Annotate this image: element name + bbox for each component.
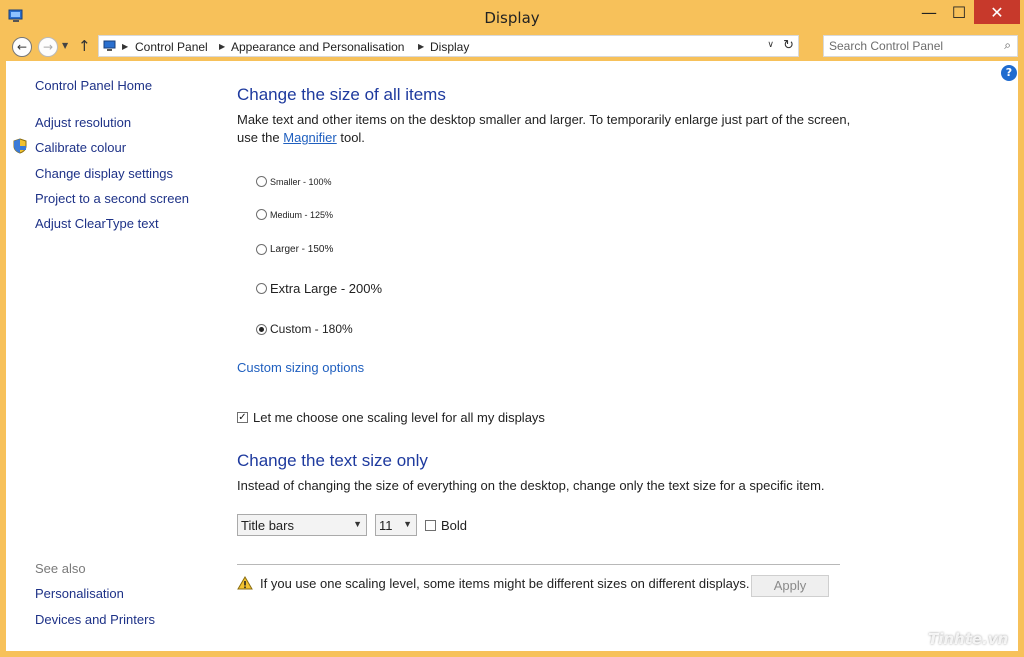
apply-button[interactable]: Apply xyxy=(751,575,829,597)
font-size-value: 11 xyxy=(379,518,393,533)
heading-change-text-size: Change the text size only xyxy=(237,451,428,470)
breadcrumb-display[interactable]: Display xyxy=(430,40,469,54)
text-size-description: Instead of changing the size of everythi… xyxy=(237,478,825,493)
option-label: Custom - 180% xyxy=(270,322,353,336)
divider xyxy=(237,564,840,565)
display-window: Display — ☐ ✕ ← → ▼ ↑ ▶ Control Panel ▶ … xyxy=(0,0,1024,657)
option-larger[interactable]: Larger - 150% xyxy=(256,244,333,255)
size-description: Make text and other items on the desktop… xyxy=(237,111,857,147)
content-area: ? Control Panel Home Adjust resolution C… xyxy=(6,61,1018,651)
sidebar-item-project-second-screen[interactable]: Project to a second screen xyxy=(35,191,189,206)
maximize-button[interactable]: ☐ xyxy=(944,0,974,24)
minimize-button[interactable]: — xyxy=(914,0,944,24)
bold-checkbox-row[interactable]: Bold xyxy=(425,518,467,533)
close-button[interactable]: ✕ xyxy=(974,0,1020,24)
item-select[interactable]: Title bars ▼ xyxy=(237,514,367,536)
scaling-level-checkbox-row[interactable]: ✓ Let me choose one scaling level for al… xyxy=(237,410,545,425)
sidebar-item-control-panel-home[interactable]: Control Panel Home xyxy=(35,78,152,93)
sidebar-item-adjust-cleartype[interactable]: Adjust ClearType text xyxy=(35,216,159,231)
option-medium[interactable]: Medium - 125% xyxy=(256,209,333,220)
up-button[interactable]: ↑ xyxy=(78,37,91,55)
chevron-down-icon: ▼ xyxy=(353,519,362,529)
sidebar-item-change-display-settings[interactable]: Change display settings xyxy=(35,166,173,181)
refresh-icon[interactable]: ↻ xyxy=(783,38,794,53)
window-title: Display xyxy=(484,9,540,27)
radio-button-selected[interactable] xyxy=(256,323,267,335)
sidebar-item-adjust-resolution[interactable]: Adjust resolution xyxy=(35,115,131,130)
search-box[interactable]: ⌕ xyxy=(823,35,1018,57)
breadcrumb-chevron-icon[interactable]: ▶ xyxy=(418,42,424,51)
sidebar-item-calibrate-colour[interactable]: Calibrate colour xyxy=(35,140,126,155)
navigation-bar: ← → ▼ ↑ ▶ Control Panel ▶ Appearance and… xyxy=(6,34,1018,60)
option-label: Smaller - 100% xyxy=(270,176,332,187)
control-panel-icon xyxy=(103,40,116,51)
title-bar[interactable]: Display — ☐ ✕ xyxy=(0,0,1024,34)
search-input[interactable] xyxy=(829,38,989,54)
bold-checkbox[interactable] xyxy=(425,520,436,531)
breadcrumb-chevron-icon[interactable]: ▶ xyxy=(219,42,225,51)
see-also-label: See also xyxy=(35,561,86,576)
bold-label: Bold xyxy=(441,518,468,533)
custom-sizing-link[interactable]: Custom sizing options xyxy=(237,360,364,375)
chevron-down-icon[interactable]: ∨ xyxy=(767,40,774,50)
heading-change-size: Change the size of all items xyxy=(237,85,446,104)
option-label: Larger - 150% xyxy=(270,244,334,255)
warning-icon xyxy=(237,576,253,590)
address-bar[interactable]: ▶ Control Panel ▶ Appearance and Persona… xyxy=(98,35,799,57)
warning-text: If you use one scaling level, some items… xyxy=(260,576,750,591)
search-icon[interactable]: ⌕ xyxy=(1004,38,1011,53)
option-label: Extra Large - 200% xyxy=(270,281,383,296)
chevron-down-icon: ▼ xyxy=(403,519,412,529)
recent-locations-icon[interactable]: ▼ xyxy=(62,41,68,50)
scaling-level-label: Let me choose one scaling level for all … xyxy=(253,410,545,425)
magnifier-link[interactable]: Magnifier xyxy=(283,130,336,145)
option-custom[interactable]: Custom - 180% xyxy=(256,322,353,336)
sidebar-item-devices-printers[interactable]: Devices and Printers xyxy=(35,612,155,627)
radio-button[interactable] xyxy=(256,244,267,255)
watermark: Tinhte.vn xyxy=(928,630,1009,648)
option-extra-large[interactable]: Extra Large - 200% xyxy=(256,281,382,296)
option-label: Medium - 125% xyxy=(270,209,334,220)
item-select-value: Title bars xyxy=(241,518,294,533)
sidebar-item-personalisation[interactable]: Personalisation xyxy=(35,586,124,601)
font-size-select[interactable]: 11 ▼ xyxy=(375,514,417,536)
radio-button[interactable] xyxy=(256,283,267,294)
breadcrumb-appearance[interactable]: Appearance and Personalisation xyxy=(231,40,404,54)
option-smaller[interactable]: Smaller - 100% xyxy=(256,176,332,187)
scaling-level-checkbox[interactable]: ✓ xyxy=(237,412,248,423)
back-button[interactable]: ← xyxy=(12,37,32,57)
breadcrumb-control-panel[interactable]: Control Panel xyxy=(135,40,208,54)
radio-button[interactable] xyxy=(256,209,267,220)
radio-button[interactable] xyxy=(256,176,267,187)
size-description-tail: tool. xyxy=(336,130,365,145)
forward-button[interactable]: → xyxy=(38,37,58,57)
shield-icon xyxy=(13,138,27,154)
breadcrumb-chevron-icon[interactable]: ▶ xyxy=(122,42,128,51)
help-icon[interactable]: ? xyxy=(1001,65,1017,81)
